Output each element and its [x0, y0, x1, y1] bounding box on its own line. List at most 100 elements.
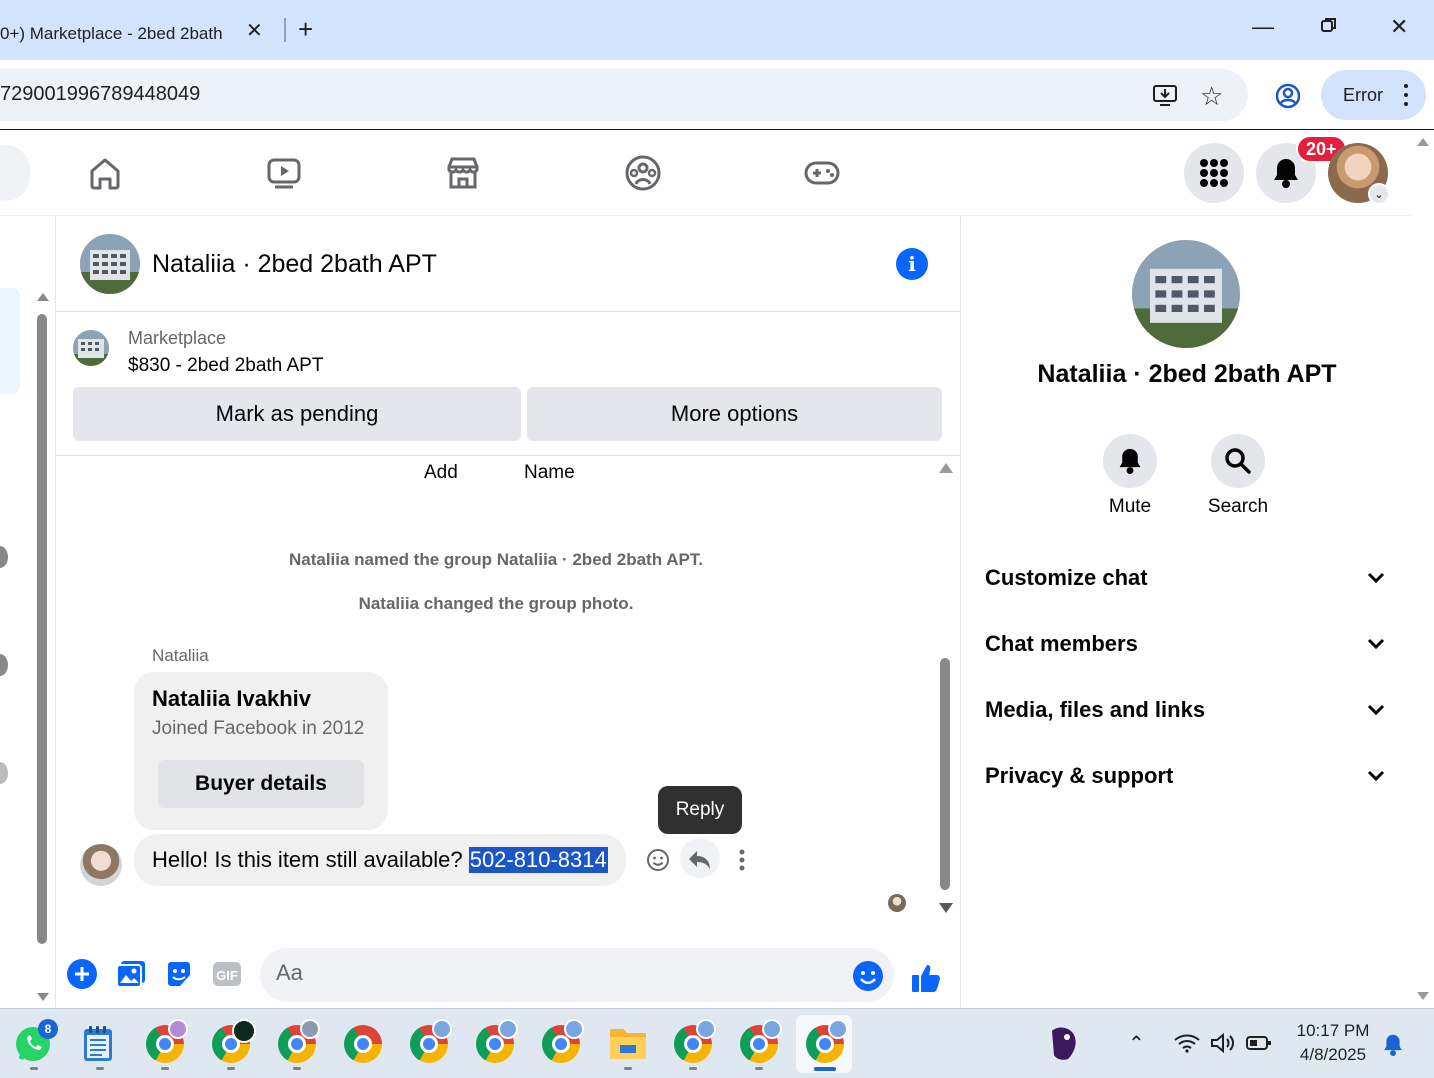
sender-avatar[interactable] [80, 844, 122, 886]
close-window-icon[interactable]: ✕ [1390, 14, 1408, 40]
new-tab-icon[interactable]: + [298, 14, 313, 45]
add-label[interactable]: Add [424, 462, 458, 484]
taskbar-indicator [689, 1067, 697, 1070]
wifi-icon[interactable] [1174, 1033, 1200, 1058]
grid-icon [1200, 159, 1228, 187]
premier-league-icon[interactable] [1046, 1025, 1086, 1065]
tab-title: 0+) Marketplace - 2bed 2bath [0, 24, 223, 43]
info-icon[interactable]: i [896, 248, 928, 280]
section-label: Customize chat [985, 565, 1148, 590]
photo-icon[interactable] [115, 958, 147, 990]
browser-tab[interactable]: 0+) Marketplace - 2bed 2bath ✕ [0, 8, 276, 60]
chrome-profile-5-icon[interactable] [476, 1019, 518, 1065]
group-avatar[interactable] [80, 234, 140, 294]
marketplace-label: Marketplace [128, 328, 227, 348]
chrome-profile-8-icon[interactable] [740, 1019, 782, 1065]
taskbar-indicator [30, 1067, 38, 1070]
reply-icon[interactable] [686, 846, 714, 874]
tab-close-icon[interactable]: ✕ [246, 18, 263, 43]
privacy-support-row[interactable]: Privacy & support [985, 756, 1385, 796]
taskbar-indicator [755, 1067, 763, 1070]
chevron-up-icon[interactable]: ⌃ [1128, 1031, 1145, 1056]
chrome-profile-6-icon[interactable] [542, 1019, 584, 1065]
chrome-icon[interactable] [344, 1025, 384, 1065]
chevron-down-icon[interactable]: ⌄ [1368, 183, 1390, 205]
install-app-icon[interactable] [1152, 83, 1178, 112]
taskbar-indicator [161, 1067, 169, 1070]
buyer-details-button[interactable]: Buyer details [158, 760, 364, 808]
sticker-icon[interactable] [163, 958, 195, 990]
listing-thumbnail[interactable] [73, 330, 109, 366]
sidebar-scrollbar[interactable] [37, 314, 47, 944]
chat-scrollbar-thumb[interactable] [940, 658, 950, 890]
search-label: Search [1207, 496, 1269, 517]
search-button[interactable] [1211, 434, 1265, 488]
file-explorer-icon[interactable] [608, 1025, 648, 1065]
clock-date[interactable]: 4/8/2025 [1288, 1045, 1378, 1065]
chat-avatar[interactable] [0, 546, 8, 568]
svg-text:GIF: GIF [216, 968, 238, 983]
more-actions-icon[interactable] [728, 846, 756, 874]
chat-avatar[interactable] [0, 654, 8, 676]
taskbar-indicator [293, 1067, 301, 1070]
groups-icon[interactable] [621, 151, 665, 195]
chrome-profile-3-icon[interactable] [278, 1019, 320, 1065]
clock-time[interactable]: 10:17 PM [1288, 1021, 1378, 1041]
browser-menu-icon[interactable] [1404, 84, 1408, 111]
chat-details-panel: Nataliia · 2bed 2bath APT Mute Search Cu… [962, 216, 1412, 1008]
chevron-down-icon [1367, 572, 1385, 584]
react-emoji-icon[interactable] [644, 846, 672, 874]
minimize-icon[interactable]: — [1252, 14, 1274, 40]
page-scrollbar[interactable] [1412, 131, 1434, 1008]
name-label[interactable]: Name [524, 462, 575, 484]
error-profile-pill[interactable]: Error [1321, 70, 1426, 120]
url-text: 729001996789448049 [0, 83, 201, 105]
chrome-active-icon[interactable] [806, 1019, 848, 1065]
restore-icon[interactable] [1320, 14, 1338, 40]
message-bubble[interactable]: Hello! Is this item still available? 502… [134, 834, 626, 886]
group-photo[interactable] [1132, 240, 1240, 348]
emoji-icon[interactable] [852, 960, 884, 997]
mute-button[interactable] [1103, 434, 1157, 488]
address-bar[interactable]: 729001996789448049 ☆ [0, 69, 1248, 121]
tab-separator [284, 18, 286, 42]
notepad-icon[interactable] [82, 1025, 122, 1065]
search-stub[interactable] [0, 145, 30, 201]
chat-avatar[interactable] [0, 762, 8, 784]
gif-icon[interactable]: GIF [211, 958, 243, 990]
browser-toolbar: 729001996789448049 ☆ Error [0, 60, 1434, 130]
home-icon[interactable] [83, 151, 127, 195]
chevron-down-icon [1367, 704, 1385, 716]
message-composer: GIF [56, 926, 960, 1008]
mark-as-pending-button[interactable]: Mark as pending [73, 387, 521, 441]
profile-icon[interactable] [1274, 82, 1302, 115]
battery-icon[interactable] [1246, 1035, 1272, 1056]
message-text: Hello! Is this item still available? [152, 847, 463, 872]
marketplace-icon[interactable] [441, 151, 485, 195]
bell-icon [1119, 448, 1141, 474]
video-icon[interactable] [262, 151, 306, 195]
listing-title[interactable]: $830 - 2bed 2bath APT [128, 355, 323, 377]
section-label: Media, files and links [985, 697, 1206, 722]
menu-grid-button[interactable] [1184, 143, 1244, 203]
message-input[interactable] [276, 960, 836, 986]
gaming-icon[interactable] [800, 151, 844, 195]
bookmark-star-icon[interactable]: ☆ [1200, 81, 1223, 112]
message-list: Add Name Nataliia named the group Natali… [56, 456, 960, 926]
reply-tooltip: Reply [658, 786, 742, 834]
volume-icon[interactable] [1210, 1032, 1236, 1058]
plus-icon[interactable] [66, 958, 98, 990]
selected-chat-highlight[interactable] [0, 288, 20, 394]
notification-bell-icon[interactable] [1382, 1033, 1404, 1062]
chrome-profile-4-icon[interactable] [410, 1019, 452, 1065]
chrome-profile-2-icon[interactable] [212, 1019, 256, 1065]
media-files-links-row[interactable]: Media, files and links [985, 690, 1385, 730]
more-options-button[interactable]: More options [527, 387, 942, 441]
customize-chat-row[interactable]: Customize chat [985, 558, 1385, 598]
chat-title[interactable]: Nataliia · 2bed 2bath APT [152, 250, 437, 279]
chrome-profile-1-icon[interactable] [146, 1019, 188, 1065]
chat-members-row[interactable]: Chat members [985, 624, 1385, 664]
thumbs-up-icon[interactable] [910, 962, 942, 994]
chrome-profile-7-icon[interactable] [674, 1019, 716, 1065]
selected-phone-number[interactable]: 502-810-8314 [468, 847, 608, 873]
